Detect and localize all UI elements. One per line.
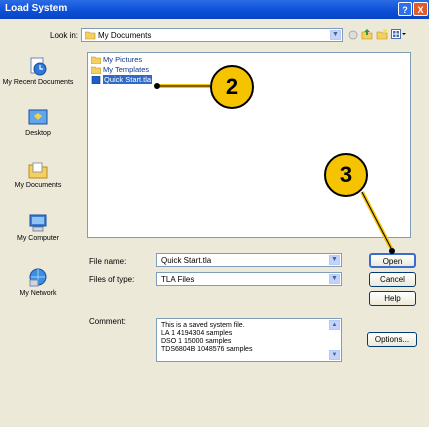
- load-system-dialog: Load System ? X Look in: My Documents ▼: [0, 0, 429, 427]
- callout-step-3: 3: [324, 153, 368, 197]
- callout-leaders: [154, 83, 395, 254]
- callout-step-2: 2: [210, 65, 254, 109]
